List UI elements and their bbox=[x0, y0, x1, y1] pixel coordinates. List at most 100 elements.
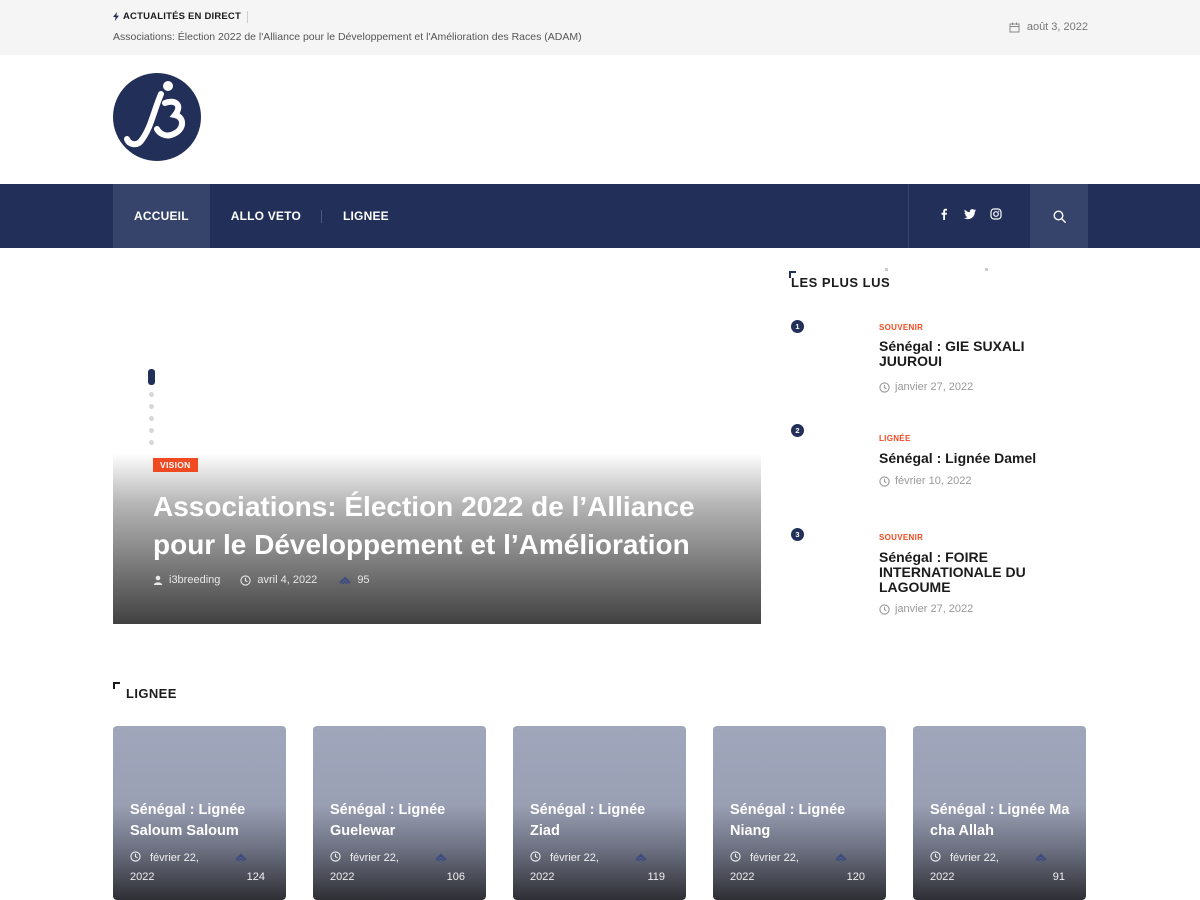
item-title[interactable]: Sénégal : Lignée Damel bbox=[879, 451, 1079, 466]
rank-badge: 1 bbox=[791, 320, 804, 333]
card-date-line: 2022 bbox=[330, 871, 355, 883]
card-views-count: 91 bbox=[1052, 871, 1065, 883]
post-card[interactable]: Sénégal : Lignée Guelewar février 22, 20… bbox=[313, 726, 486, 900]
slider-dot[interactable] bbox=[149, 404, 154, 409]
card-date-line: 2022 bbox=[930, 871, 955, 883]
clock-icon bbox=[130, 851, 141, 862]
card-date-line: 2022 bbox=[130, 871, 155, 883]
post-card[interactable]: Sénégal : Lignée Niang février 22, 2022 … bbox=[713, 726, 886, 900]
hero-title[interactable]: Associations: Élection 2022 de l’Allianc… bbox=[153, 488, 743, 564]
title-tick bbox=[985, 268, 988, 271]
calendar-icon bbox=[1009, 22, 1020, 32]
card-title[interactable]: Sénégal : Lignée Guelewar bbox=[330, 800, 475, 842]
user-icon bbox=[153, 575, 163, 585]
current-date-text: août 3, 2022 bbox=[1026, 21, 1088, 33]
most-read-widget: LES PLUS LUS 1 SOUVENIR Sénégal : GIE SU… bbox=[789, 266, 1089, 615]
facebook-icon[interactable] bbox=[938, 207, 950, 225]
item-category[interactable]: SOUVENIR bbox=[879, 323, 923, 332]
nav-menu: ACCUEIL ALLO VETO LIGNEE bbox=[113, 184, 410, 248]
card-views-count: 106 bbox=[446, 871, 465, 883]
card-date-line: février 22, bbox=[750, 852, 799, 864]
most-read-title: LES PLUS LUS bbox=[789, 266, 1089, 302]
card-views-count: 119 bbox=[647, 871, 665, 883]
list-item[interactable]: 1 SOUVENIR Sénégal : GIE SUXALI JUUROUI … bbox=[789, 320, 1089, 400]
slider-dot-active[interactable] bbox=[148, 369, 155, 385]
slider-dot[interactable] bbox=[149, 392, 154, 397]
item-title[interactable]: Sénégal : GIE SUXALI JUUROUI bbox=[879, 339, 1079, 369]
news-ticker-link[interactable]: Associations: Élection 2022 de l'Allianc… bbox=[113, 31, 582, 43]
logo-mark bbox=[113, 73, 201, 161]
clock-icon bbox=[730, 851, 741, 862]
card-views-count: 120 bbox=[846, 871, 865, 883]
live-news-text: ACTUALITÉS EN DIRECT bbox=[123, 11, 241, 22]
hero-author-name: i3breeding bbox=[169, 574, 221, 586]
card-views: 91 bbox=[1035, 848, 1065, 888]
item-date-text: février 10, 2022 bbox=[895, 475, 972, 487]
slider-dot[interactable] bbox=[149, 416, 154, 421]
card-title[interactable]: Sénégal : Lignée Ziad bbox=[530, 800, 675, 842]
nav-item-lignee[interactable]: LIGNEE bbox=[322, 184, 410, 248]
list-item[interactable]: 3 SOUVENIR Sénégal : FOIRE INTERNATIONAL… bbox=[789, 528, 1089, 618]
featured-slider[interactable]: VISION Associations: Élection 2022 de l’… bbox=[113, 258, 761, 624]
search-button[interactable] bbox=[1031, 184, 1088, 248]
clock-icon bbox=[879, 475, 890, 487]
card-views: 124 bbox=[235, 848, 265, 888]
site-logo[interactable] bbox=[113, 73, 201, 161]
card-title[interactable]: Sénégal : Lignée Saloum Saloum bbox=[130, 800, 275, 842]
clock-icon bbox=[879, 381, 890, 393]
item-date-text: janvier 27, 2022 bbox=[895, 381, 974, 393]
twitter-icon[interactable] bbox=[963, 207, 976, 225]
nav-item-accueil[interactable]: ACCUEIL bbox=[113, 184, 210, 248]
post-card[interactable]: Sénégal : Lignée Saloum Saloum février 2… bbox=[113, 726, 286, 900]
card-date-line: 2022 bbox=[530, 871, 555, 883]
instagram-icon[interactable] bbox=[989, 207, 1002, 225]
rank-badge: 3 bbox=[791, 528, 804, 541]
item-title[interactable]: Sénégal : FOIRE INTERNATIONALE DU LAGOUM… bbox=[879, 550, 1079, 595]
item-date: janvier 27, 2022 bbox=[879, 603, 973, 615]
clock-icon bbox=[879, 603, 890, 615]
nav-item-allo-veto[interactable]: ALLO VETO bbox=[210, 184, 322, 248]
most-read-title-text: LES PLUS LUS bbox=[791, 275, 891, 290]
post-card[interactable]: Sénégal : Lignée Ziad février 22, 2022 1… bbox=[513, 726, 686, 900]
hero-category-badge[interactable]: VISION bbox=[153, 458, 198, 472]
trending-icon bbox=[835, 853, 847, 862]
card-views: 106 bbox=[435, 848, 465, 888]
clock-icon bbox=[330, 851, 341, 862]
card-title[interactable]: Sénégal : Lignée Niang bbox=[730, 800, 875, 842]
hero-meta: i3breeding avril 4, 2022 95 bbox=[153, 574, 370, 586]
list-item[interactable]: 2 LIGNÉE Sénégal : Lignée Damel février … bbox=[789, 424, 1089, 494]
trending-icon bbox=[339, 576, 352, 585]
bolt-icon bbox=[113, 12, 119, 21]
card-views-count: 124 bbox=[246, 871, 265, 883]
nav-item-label: LIGNEE bbox=[342, 209, 389, 223]
search-icon bbox=[1053, 209, 1066, 223]
slider-dot[interactable] bbox=[149, 428, 154, 433]
hero-date-text: avril 4, 2022 bbox=[257, 574, 318, 586]
card-date-line: février 22, bbox=[350, 852, 399, 864]
hero-author[interactable]: i3breeding bbox=[153, 574, 220, 586]
title-tick bbox=[885, 268, 888, 271]
clock-icon bbox=[530, 851, 541, 862]
item-date: janvier 27, 2022 bbox=[879, 381, 973, 393]
trending-icon bbox=[1035, 853, 1047, 862]
rank-badge: 2 bbox=[791, 424, 804, 437]
card-title[interactable]: Sénégal : Lignée Ma cha Allah bbox=[930, 800, 1075, 842]
post-card[interactable]: Sénégal : Lignée Ma cha Allah février 22… bbox=[913, 726, 1086, 900]
slider-dot[interactable] bbox=[149, 440, 154, 445]
item-category[interactable]: LIGNÉE bbox=[879, 434, 911, 443]
hero-views: 95 bbox=[339, 574, 370, 586]
title-bracket bbox=[113, 682, 120, 689]
section-title-text: LIGNEE bbox=[126, 686, 177, 701]
item-category[interactable]: SOUVENIR bbox=[879, 533, 923, 542]
top-bar: ACTUALITÉS EN DIRECT Associations: Élect… bbox=[0, 0, 1200, 55]
trending-icon bbox=[435, 853, 447, 862]
card-views: 119 bbox=[635, 848, 665, 888]
main-nav: ACCUEIL ALLO VETO LIGNEE bbox=[0, 184, 1200, 248]
item-date: février 10, 2022 bbox=[879, 475, 971, 487]
site-header bbox=[0, 55, 1200, 184]
divider bbox=[247, 11, 248, 23]
card-date-line: février 22, bbox=[150, 852, 199, 864]
clock-icon bbox=[930, 851, 941, 862]
trending-icon bbox=[635, 853, 647, 862]
social-links bbox=[908, 184, 1031, 248]
